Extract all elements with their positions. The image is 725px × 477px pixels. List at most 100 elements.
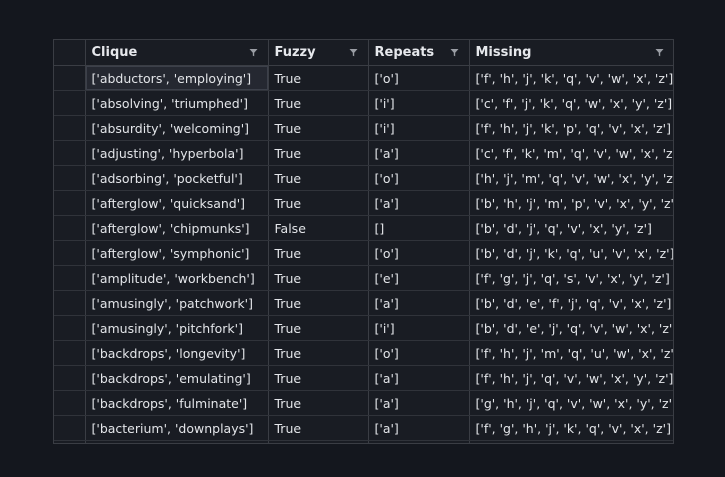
column-header-repeats[interactable]: Repeats xyxy=(368,40,470,66)
repeats-cell[interactable]: ['e'] xyxy=(368,265,470,291)
table-row[interactable]: ['amusingly', 'pitchfork'] True ['i'] ['… xyxy=(54,315,673,341)
fuzzy-cell[interactable]: True xyxy=(268,415,369,441)
fuzzy-cell[interactable]: True xyxy=(268,340,369,366)
repeats-cell[interactable]: ['o'] xyxy=(368,240,470,266)
clique-cell[interactable]: ['backdrops', 'longevity'] xyxy=(85,340,269,366)
clique-cell[interactable]: ['amusingly', 'patchwork'] xyxy=(85,290,269,316)
column-header-label: Repeats xyxy=(374,45,435,60)
table-row[interactable]: ['adsorbing', 'pocketful'] True ['o'] ['… xyxy=(54,165,673,191)
fuzzy-cell[interactable]: True xyxy=(268,90,369,116)
repeats-cell[interactable]: ['a'] xyxy=(368,390,470,416)
clique-cell[interactable]: ['bacterium', 'downplays'] xyxy=(85,415,269,441)
row-index-cell xyxy=(54,165,86,191)
column-header-missing[interactable]: Missing xyxy=(469,40,673,66)
fuzzy-cell[interactable]: True xyxy=(268,115,369,141)
filter-icon[interactable] xyxy=(349,48,358,57)
row-index-cell xyxy=(54,215,86,241)
missing-cell[interactable]: ['f', 'h', 'j', 'k', 'q', 'v', 'w', 'x',… xyxy=(469,65,673,91)
header-row: Clique Fuzzy Repeats Missing xyxy=(54,40,673,66)
missing-cell[interactable]: ['b', 'd', 'e', 'f', 'j', 'q', 'v', 'x',… xyxy=(469,290,673,316)
clique-cell[interactable]: ['afterglow', 'chipmunks'] xyxy=(85,215,269,241)
missing-cell[interactable]: ['f', 'h', 'j', 'k', 'p', 'q', 'v', 'x',… xyxy=(469,115,673,141)
repeats-cell[interactable] xyxy=(368,440,470,443)
fuzzy-cell[interactable]: True xyxy=(268,290,369,316)
missing-cell[interactable]: ['b', 'd', 'j', 'q', 'v', 'x', 'y', 'z'] xyxy=(469,215,673,241)
repeats-cell[interactable]: ['o'] xyxy=(368,340,470,366)
repeats-cell[interactable]: ['a'] xyxy=(368,140,470,166)
table-row[interactable]: ['afterglow', 'chipmunks'] False [] ['b'… xyxy=(54,215,673,241)
missing-cell[interactable]: ['f', 'g', 'j', 'q', 's', 'v', 'x', 'y',… xyxy=(469,265,673,291)
row-index-cell xyxy=(54,390,86,416)
fuzzy-cell[interactable] xyxy=(268,440,369,443)
fuzzy-cell[interactable]: True xyxy=(268,65,369,91)
missing-cell[interactable]: ['f', 'g', 'h', 'j', 'k', 'q', 'v', 'x',… xyxy=(469,415,673,441)
table-row[interactable]: ['amplitude', 'workbench'] True ['e'] ['… xyxy=(54,265,673,291)
repeats-cell[interactable]: ['i'] xyxy=(368,90,470,116)
table-row[interactable]: ['adjusting', 'hyperbola'] True ['a'] ['… xyxy=(54,140,673,166)
repeats-cell[interactable]: ['i'] xyxy=(368,115,470,141)
clique-cell[interactable]: ['adsorbing', 'pocketful'] xyxy=(85,165,269,191)
table-row[interactable] xyxy=(54,440,673,443)
repeats-cell[interactable]: ['i'] xyxy=(368,315,470,341)
table-row[interactable]: ['abductors', 'employing'] True ['o'] ['… xyxy=(54,65,673,91)
column-header-fuzzy[interactable]: Fuzzy xyxy=(268,40,369,66)
table-row[interactable]: ['backdrops', 'fulminate'] True ['a'] ['… xyxy=(54,390,673,416)
clique-cell[interactable]: ['adjusting', 'hyperbola'] xyxy=(85,140,269,166)
filter-icon[interactable] xyxy=(450,48,459,57)
missing-cell[interactable]: ['g', 'h', 'j', 'q', 'v', 'w', 'x', 'y',… xyxy=(469,390,673,416)
column-header-label: Clique xyxy=(91,45,138,60)
repeats-cell[interactable]: ['a'] xyxy=(368,190,470,216)
table-row[interactable]: ['bacterium', 'downplays'] True ['a'] ['… xyxy=(54,415,673,441)
repeats-cell[interactable]: ['a'] xyxy=(368,365,470,391)
missing-cell[interactable]: ['h', 'j', 'm', 'q', 'v', 'w', 'x', 'y',… xyxy=(469,165,673,191)
fuzzy-cell[interactable]: True xyxy=(268,240,369,266)
fuzzy-cell[interactable]: True xyxy=(268,390,369,416)
missing-cell[interactable]: ['f', 'h', 'j', 'q', 'v', 'w', 'x', 'y',… xyxy=(469,365,673,391)
missing-cell[interactable]: ['b', 'd', 'j', 'k', 'q', 'u', 'v', 'x',… xyxy=(469,240,673,266)
clique-cell[interactable]: ['backdrops', 'fulminate'] xyxy=(85,390,269,416)
table-row[interactable]: ['afterglow', 'symphonic'] True ['o'] ['… xyxy=(54,240,673,266)
clique-cell[interactable]: ['amusingly', 'pitchfork'] xyxy=(85,315,269,341)
repeats-cell[interactable]: ['o'] xyxy=(368,65,470,91)
repeats-cell[interactable]: [] xyxy=(368,215,470,241)
clique-cell[interactable]: ['amplitude', 'workbench'] xyxy=(85,265,269,291)
filter-icon[interactable] xyxy=(655,48,664,57)
table-row[interactable]: ['absolving', 'triumphed'] True ['i'] ['… xyxy=(54,90,673,116)
missing-cell[interactable]: ['b', 'd', 'e', 'j', 'q', 'v', 'w', 'x',… xyxy=(469,315,673,341)
missing-cell[interactable]: ['c', 'f', 'k', 'm', 'q', 'v', 'w', 'x',… xyxy=(469,140,673,166)
missing-cell[interactable]: ['c', 'f', 'j', 'k', 'q', 'w', 'x', 'y',… xyxy=(469,90,673,116)
repeats-cell[interactable]: ['a'] xyxy=(368,415,470,441)
clique-cell[interactable] xyxy=(85,440,269,443)
missing-cell[interactable]: ['b', 'h', 'j', 'm', 'p', 'v', 'x', 'y',… xyxy=(469,190,673,216)
row-index-cell xyxy=(54,190,86,216)
fuzzy-cell[interactable]: True xyxy=(268,265,369,291)
clique-cell[interactable]: ['abductors', 'employing'] xyxy=(85,65,269,91)
clique-cell[interactable]: ['absolving', 'triumphed'] xyxy=(85,90,269,116)
fuzzy-cell[interactable]: True xyxy=(268,165,369,191)
fuzzy-cell[interactable]: True xyxy=(268,140,369,166)
missing-cell[interactable] xyxy=(469,440,673,443)
repeats-cell[interactable]: ['o'] xyxy=(368,165,470,191)
table-row[interactable]: ['backdrops', 'emulating'] True ['a'] ['… xyxy=(54,365,673,391)
row-index-cell xyxy=(54,290,86,316)
fuzzy-cell[interactable]: True xyxy=(268,365,369,391)
repeats-cell[interactable]: ['a'] xyxy=(368,290,470,316)
row-index-cell xyxy=(54,240,86,266)
missing-cell[interactable]: ['f', 'h', 'j', 'm', 'q', 'u', 'w', 'x',… xyxy=(469,340,673,366)
clique-cell[interactable]: ['absurdity', 'welcoming'] xyxy=(85,115,269,141)
filter-icon[interactable] xyxy=(249,48,258,57)
clique-cell[interactable]: ['afterglow', 'quicksand'] xyxy=(85,190,269,216)
table-row[interactable]: ['absurdity', 'welcoming'] True ['i'] ['… xyxy=(54,115,673,141)
data-grid[interactable]: Clique Fuzzy Repeats Missing ['abductors… xyxy=(53,39,674,444)
clique-cell[interactable]: ['afterglow', 'symphonic'] xyxy=(85,240,269,266)
column-header-clique[interactable]: Clique xyxy=(85,40,269,66)
fuzzy-cell[interactable]: True xyxy=(268,315,369,341)
fuzzy-cell[interactable]: True xyxy=(268,190,369,216)
table-row[interactable]: ['backdrops', 'longevity'] True ['o'] ['… xyxy=(54,340,673,366)
table-row[interactable]: ['afterglow', 'quicksand'] True ['a'] ['… xyxy=(54,190,673,216)
table-row[interactable]: ['amusingly', 'patchwork'] True ['a'] ['… xyxy=(54,290,673,316)
row-index-cell xyxy=(54,440,86,443)
column-header-label: Missing xyxy=(475,45,532,60)
fuzzy-cell[interactable]: False xyxy=(268,215,369,241)
clique-cell[interactable]: ['backdrops', 'emulating'] xyxy=(85,365,269,391)
